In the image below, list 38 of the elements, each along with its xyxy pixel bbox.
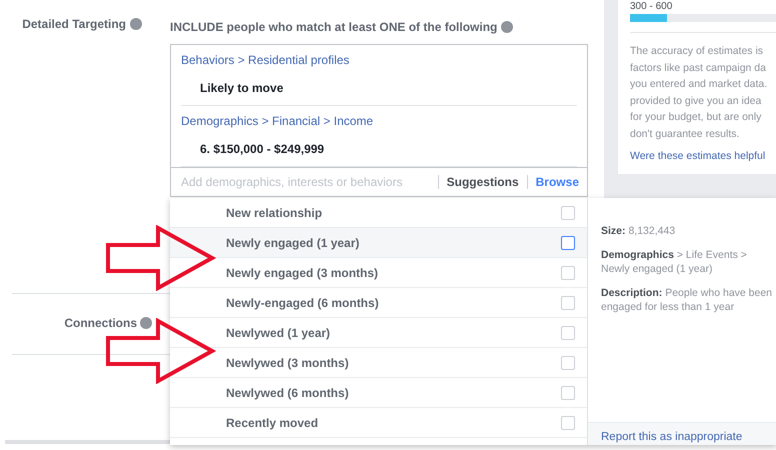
audience-range: 300 - 600 xyxy=(630,1,674,12)
info-icon[interactable] xyxy=(501,21,514,33)
disclaimer-line: factors like past campaign da xyxy=(630,60,767,76)
dropdown-item[interactable]: Newlywed (3 months) xyxy=(170,348,587,378)
checkbox[interactable] xyxy=(561,326,575,340)
dropdown-item[interactable]: Newly engaged (3 months) xyxy=(170,258,587,288)
tab[interactable]: Browse xyxy=(526,175,579,189)
disclaimer-line: you entered and market data. xyxy=(630,77,768,92)
dropdown-item[interactable]: Newlywed (1 year) xyxy=(170,318,587,348)
category-path: Demographics > Financial > Income xyxy=(181,114,374,128)
category-path: Behaviors > Residential profiles xyxy=(181,53,350,67)
info-icon[interactable] xyxy=(140,317,152,329)
tab[interactable]: Suggestions xyxy=(438,175,519,189)
section-label: Detailed Targeting xyxy=(22,17,126,31)
dropdown-item[interactable]: Recently moved xyxy=(170,408,587,438)
checkbox[interactable] xyxy=(561,356,575,370)
section-label: Connections xyxy=(64,316,137,330)
checkbox[interactable] xyxy=(561,236,575,250)
dropdown-item[interactable]: Newly-engaged (6 months) xyxy=(170,288,587,318)
include-text: INCLUDE people who match at least ONE of the following xyxy=(170,20,498,34)
checkbox[interactable] xyxy=(561,386,575,400)
disclaimer-line: don't guarantee results. xyxy=(630,126,740,142)
info-icon[interactable] xyxy=(130,18,142,30)
feedback-link[interactable]: Were these estimates helpful xyxy=(630,150,776,162)
dropdown-item[interactable]: Newly engaged (1 year) xyxy=(170,228,587,258)
checkbox[interactable] xyxy=(561,266,575,280)
category-path: Demographics > Life Events > Newly engaged (1 year) xyxy=(601,248,748,276)
size-text: Size: 8,132,443 xyxy=(601,224,676,238)
targeting-item: Likely to move xyxy=(200,81,284,95)
checkbox[interactable] xyxy=(561,416,575,430)
description-text: Description: People who have been engaged for less than 1 year xyxy=(601,286,773,314)
checkbox[interactable] xyxy=(561,296,575,310)
disclaimer-line: provided to give you an idea xyxy=(630,94,762,108)
targeting-item: 6. $150,000 - $249,999 xyxy=(200,142,326,156)
disclaimer-line: for your budget, but are only xyxy=(630,110,762,125)
checkbox[interactable] xyxy=(561,206,575,220)
disclaimer-line: The accuracy of estimates is xyxy=(630,44,764,59)
dropdown-item[interactable]: Newlywed (6 months) xyxy=(170,378,587,408)
